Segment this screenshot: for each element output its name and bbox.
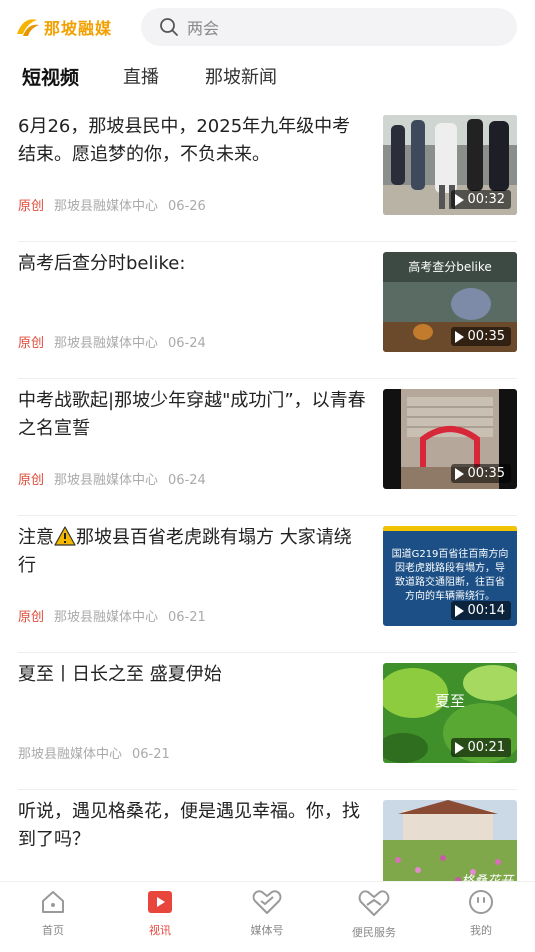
item-source: 那坡县融媒体中心 [54,199,159,214]
duration-badge: 00:35 [450,464,511,483]
tab-live[interactable]: 直播 [123,60,159,96]
play-icon [454,330,464,343]
search-icon [160,18,178,36]
duration-text: 00:35 [467,329,505,344]
profile-icon [469,890,493,914]
search-placeholder: 两会 [187,19,220,38]
app-logo[interactable]: 那坡融媒 [14,14,112,40]
top-bar: 那坡融媒 两会 [0,0,535,56]
thumbnail-caption: 夏至 [434,692,465,710]
item-date: 06-24 [168,473,206,488]
item-meta: 原创 那坡县融媒体中心 06-24 [18,469,206,488]
tab-short-video[interactable]: 短视频 [22,60,79,96]
thumbnail-caption: 国道G219百省往百南方向因老虎跳路段有塌方，导致道路交通阻断，往百省方向的车辆… [391,549,509,602]
item-title: 高考后查分时belike: [18,253,186,274]
item-title: 夏至丨日长之至 盛夏伊始 [18,664,222,685]
video-thumbnail[interactable]: 00:32 [383,115,517,215]
original-tag: 原创 [18,473,45,488]
nav-profile[interactable]: 我的 [441,888,521,938]
list-item[interactable]: 高考后查分时belike: 原创 那坡县融媒体中心 06-24 高考查分belike… [0,242,535,379]
video-thumbnail[interactable]: 00:35 [383,389,517,489]
nav-video[interactable]: 视讯 [120,888,200,938]
bottom-navigation: 首页 视讯 媒体号 便民服务 我的 [0,881,535,952]
item-source: 那坡县融媒体中心 [18,747,123,762]
duration-badge: 00:35 [450,327,511,346]
item-date: 06-21 [132,747,170,762]
duration-badge: 00:21 [450,738,511,757]
list-item[interactable]: 6月26，那坡县民中，2025年九年级中考结束。愿追梦的你，不负未来。 原创 那坡… [0,105,535,242]
item-meta: 原创 那坡县融媒体中心 06-26 [18,195,206,214]
nav-service[interactable]: 便民服务 [334,888,414,940]
service-icon [358,890,390,916]
original-tag: 原创 [18,336,45,351]
thumbnail-stripe [383,526,517,531]
duration-text: 00:14 [467,603,505,618]
nav-media[interactable]: 媒体号 [227,888,307,938]
item-source: 那坡县融媒体中心 [54,336,159,351]
play-icon [454,741,464,754]
item-date: 06-26 [168,199,206,214]
item-meta: 那坡县融媒体中心 06-21 [18,743,170,762]
original-tag: 原创 [18,610,45,625]
item-date: 06-24 [168,336,206,351]
duration-text: 00:21 [467,740,505,755]
play-icon [454,467,464,480]
nav-label: 首页 [42,924,64,937]
original-tag: 原创 [18,199,45,214]
video-thumbnail[interactable]: 国道G219百省往百南方向因老虎跳路段有塌方，导致道路交通阻断，往百省方向的车辆… [383,526,517,626]
media-icon [252,890,282,914]
logo-mark-icon [17,19,39,36]
tab-napo-news[interactable]: 那坡新闻 [205,60,277,96]
nav-home[interactable]: 首页 [13,888,93,938]
video-thumbnail[interactable]: 高考查分belike 00:35 [383,252,517,352]
category-tabs: 短视频 直播 那坡新闻 [0,60,535,96]
list-item[interactable]: 中考战歌起|那坡少年穿越"成功门”，以青春之名宣誓 原创 那坡县融媒体中心 06-2… [0,379,535,516]
item-source: 那坡县融媒体中心 [54,473,159,488]
logo-text: 那坡融媒 [44,19,113,38]
item-title-prefix: 注意 [18,527,54,548]
nav-label: 视讯 [149,924,171,937]
item-date: 06-21 [168,610,206,625]
duration-text: 00:32 [467,192,505,207]
item-title: 听说，遇见格桑花，便是遇见幸福。你，找到了吗？ [18,801,360,850]
nav-label: 媒体号 [250,924,284,937]
search-bar[interactable]: 两会 [141,8,517,46]
list-item[interactable]: 夏至丨日长之至 盛夏伊始 那坡县融媒体中心 06-21 夏至 00:21 [0,653,535,790]
item-source: 那坡县融媒体中心 [54,610,159,625]
item-title: 注意 那坡县百省老虎跳有塌方 大家请绕行 [18,524,368,580]
play-icon [454,193,464,206]
item-meta: 原创 那坡县融媒体中心 06-21 [18,606,206,625]
thumbnail-caption: 高考查分belike [408,260,492,274]
nav-label: 便民服务 [352,926,396,939]
item-title: 6月26，那坡县民中，2025年九年级中考结束。愿追梦的你，不负未来。 [18,116,351,165]
duration-badge: 00:14 [450,601,511,620]
warning-icon [54,526,76,546]
home-icon [42,891,64,913]
list-item[interactable]: 注意 那坡县百省老虎跳有塌方 大家请绕行 原创 那坡县融媒体中心 06-21 国道G2… [0,516,535,653]
duration-text: 00:35 [467,466,505,481]
play-icon [454,604,464,617]
duration-badge: 00:32 [450,190,511,209]
video-thumbnail[interactable]: 格桑花开 [383,800,517,890]
video-icon [148,891,172,913]
item-meta: 原创 那坡县融媒体中心 06-24 [18,332,206,351]
item-title: 中考战歌起|那坡少年穿越"成功门”，以青春之名宣誓 [18,390,366,439]
video-thumbnail[interactable]: 夏至 00:21 [383,663,517,763]
nav-label: 我的 [470,924,492,937]
